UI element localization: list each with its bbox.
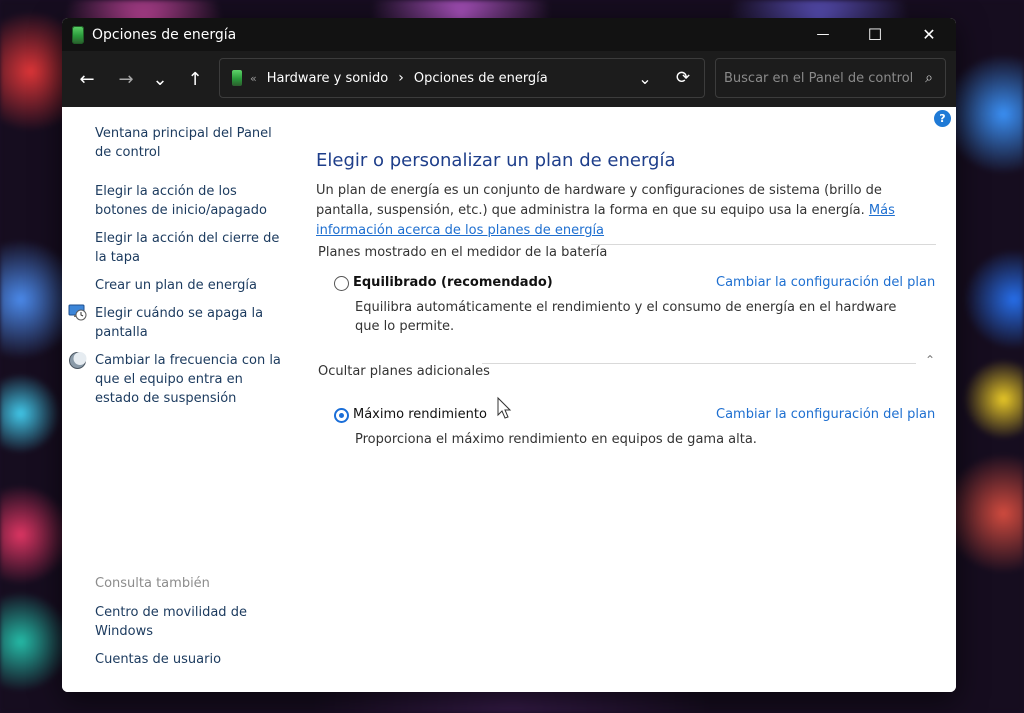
- up-button[interactable]: ↑: [180, 64, 210, 94]
- plan-max-performance-name[interactable]: Máximo rendimiento: [353, 407, 487, 422]
- chevron-down-icon: ⌄: [152, 68, 168, 90]
- back-button[interactable]: ←: [72, 64, 102, 94]
- address-dropdown-button[interactable]: ⌄: [630, 59, 660, 97]
- chevron-up-icon[interactable]: ⌃: [925, 353, 935, 367]
- refresh-icon: ⟳: [675, 68, 691, 88]
- plan-balanced-name[interactable]: Equilibrado (recomendado): [353, 275, 553, 290]
- close-icon: ✕: [922, 25, 936, 44]
- maximize-icon: ☐: [867, 25, 883, 44]
- sidebar-link-user-accounts[interactable]: Cuentas de usuario: [95, 650, 285, 669]
- plan-max-performance-description: Proporciona el máximo rendimiento en equ…: [355, 432, 757, 447]
- plan-balanced-change-link[interactable]: Cambiar la configuración del plan: [716, 275, 935, 290]
- breadcrumb-power-options[interactable]: Opciones de energía: [414, 71, 548, 86]
- sidebar-link-control-panel-home[interactable]: Ventana principal del Panel de control: [95, 124, 285, 162]
- see-also-heading: Consulta también: [95, 576, 210, 591]
- window-title: Opciones de energía: [92, 26, 237, 43]
- page-description: Un plan de energía es un conjunto de har…: [316, 181, 936, 241]
- group-title: Ocultar planes adicionales: [318, 364, 490, 379]
- sidebar: Ventana principal del Panel de control E…: [62, 107, 292, 692]
- description-text: Un plan de energía es un conjunto de har…: [316, 183, 882, 218]
- maximize-button[interactable]: ☐: [848, 18, 902, 51]
- help-icon[interactable]: ?: [934, 110, 951, 127]
- battery-power-icon: [72, 25, 84, 44]
- breadcrumb-hardware[interactable]: Hardware y sonido: [267, 71, 389, 86]
- overflow-chevron-icon[interactable]: «: [250, 72, 257, 85]
- arrow-left-icon: ←: [79, 68, 95, 90]
- page-title: Elegir o personalizar un plan de energía: [316, 150, 676, 171]
- control-panel-window: Opciones de energía — ☐ ✕ ← → ⌄ ↑ « Hard…: [62, 18, 956, 692]
- plan-max-performance-radio[interactable]: [334, 408, 349, 423]
- title-bar: Opciones de energía — ☐ ✕: [62, 18, 956, 51]
- plan-max-performance-change-link[interactable]: Cambiar la configuración del plan: [716, 407, 935, 422]
- battery-meter-plans-heading: Planes mostrado en el medidor de la bate…: [318, 245, 607, 260]
- sidebar-link-mobility-center[interactable]: Centro de movilidad de Windows: [95, 603, 285, 641]
- sidebar-link-create-plan[interactable]: Crear un plan de energía: [95, 276, 285, 295]
- mouse-cursor-icon: [497, 396, 512, 419]
- group-divider: [591, 244, 936, 245]
- search-icon[interactable]: ⌕: [925, 70, 933, 86]
- minimize-icon: —: [816, 27, 830, 42]
- chevron-down-icon: ⌄: [638, 68, 652, 88]
- plan-balanced-radio[interactable]: [334, 276, 349, 291]
- sidebar-link-lid-close[interactable]: Elegir la acción del cierre de la tapa: [95, 229, 285, 267]
- sidebar-link-power-buttons[interactable]: Elegir la acción de los botones de inici…: [95, 182, 285, 220]
- sidebar-link-display-off[interactable]: Elegir cuándo se apaga la pantalla: [95, 304, 285, 342]
- group-title: Planes mostrado en el medidor de la bate…: [318, 245, 608, 260]
- moon-icon: [69, 352, 87, 369]
- forward-button[interactable]: →: [111, 64, 141, 94]
- group-divider: [482, 363, 916, 364]
- breadcrumb-separator-icon[interactable]: ›: [398, 70, 404, 86]
- plan-balanced-description: Equilibra automáticamente el rendimiento…: [355, 300, 897, 334]
- recent-locations-button[interactable]: ⌄: [145, 64, 175, 94]
- hide-additional-plans-heading[interactable]: Ocultar planes adicionales: [318, 364, 490, 379]
- address-bar[interactable]: « Hardware y sonido › Opciones de energí…: [219, 58, 705, 98]
- arrow-up-icon: ↑: [187, 68, 203, 90]
- close-button[interactable]: ✕: [902, 18, 956, 51]
- monitor-clock-icon: [68, 304, 87, 321]
- sidebar-link-sleep-frequency[interactable]: Cambiar la frecuencia con la que el equi…: [95, 351, 285, 408]
- minimize-button[interactable]: —: [796, 18, 850, 51]
- refresh-button[interactable]: ⟳: [668, 59, 698, 97]
- navigation-bar: ← → ⌄ ↑ « Hardware y sonido › Opciones d…: [62, 51, 956, 107]
- battery-power-icon: [232, 70, 242, 86]
- arrow-right-icon: →: [118, 68, 134, 90]
- search-box[interactable]: Buscar en el Panel de control ⌕: [715, 58, 946, 98]
- search-input[interactable]: Buscar en el Panel de control: [724, 71, 925, 86]
